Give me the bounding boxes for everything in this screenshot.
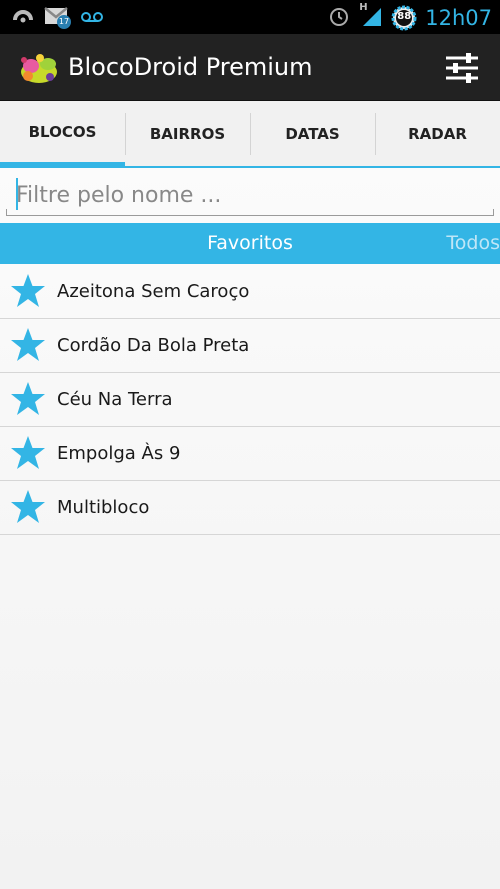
segment-todos[interactable]: Todos [446,232,500,254]
list-item-label: Céu Na Terra [57,389,173,410]
tab-datas[interactable]: DATAS [250,101,375,168]
star-icon[interactable] [10,489,46,525]
filter-field-container [6,172,494,218]
list-item[interactable]: Céu Na Terra [0,373,500,427]
tab-blocos[interactable]: BLOCOS [0,101,125,168]
favorites-list: Azeitona Sem Caroço Cordão Da Bola Preta… [0,265,500,535]
list-item-label: Azeitona Sem Caroço [57,281,250,302]
star-icon[interactable] [10,435,46,471]
clock: 12h07 [425,6,492,30]
network-type-label: H [359,2,368,13]
sliders-icon [446,53,478,83]
tab-radar[interactable]: RADAR [375,101,500,168]
notification-count-badge: 17 [57,15,71,29]
battery-level: 88 [397,11,412,22]
app-title: BlocoDroid Premium [68,53,313,81]
status-bar: 17 H 88 12h07 [0,0,500,34]
star-icon[interactable] [10,273,46,309]
alarm-icon [327,4,351,32]
tab-bairros[interactable]: BAIRROS [125,101,250,168]
list-item-label: Empolga Às 9 [57,443,181,464]
filter-input[interactable] [6,172,494,218]
list-item[interactable]: Cordão Da Bola Preta [0,319,500,373]
app-logo-icon[interactable] [16,46,62,90]
action-bar: BlocoDroid Premium [0,34,500,101]
list-item[interactable]: Azeitona Sem Caroço [0,265,500,319]
segment-favoritos[interactable]: Favoritos [0,232,500,254]
list-item[interactable]: Multibloco [0,481,500,535]
star-icon[interactable] [10,381,46,417]
settings-sliders-button[interactable] [444,50,480,86]
battery-icon: 88 [391,5,417,31]
tab-bar: BLOCOS BAIRROS DATAS RADAR [0,101,500,168]
list-item-label: Multibloco [57,497,150,518]
list-item-label: Cordão Da Bola Preta [57,335,250,356]
signal-icon: H [359,2,383,32]
gmail-icon: 17 [44,5,71,31]
filter-underline [6,209,494,216]
text-cursor [16,178,18,210]
voicemail-icon [80,9,104,28]
data-usage-icon [12,5,34,31]
list-switcher-bar[interactable]: Favoritos Todos [0,223,500,264]
list-item[interactable]: Empolga Às 9 [0,427,500,481]
star-icon[interactable] [10,327,46,363]
